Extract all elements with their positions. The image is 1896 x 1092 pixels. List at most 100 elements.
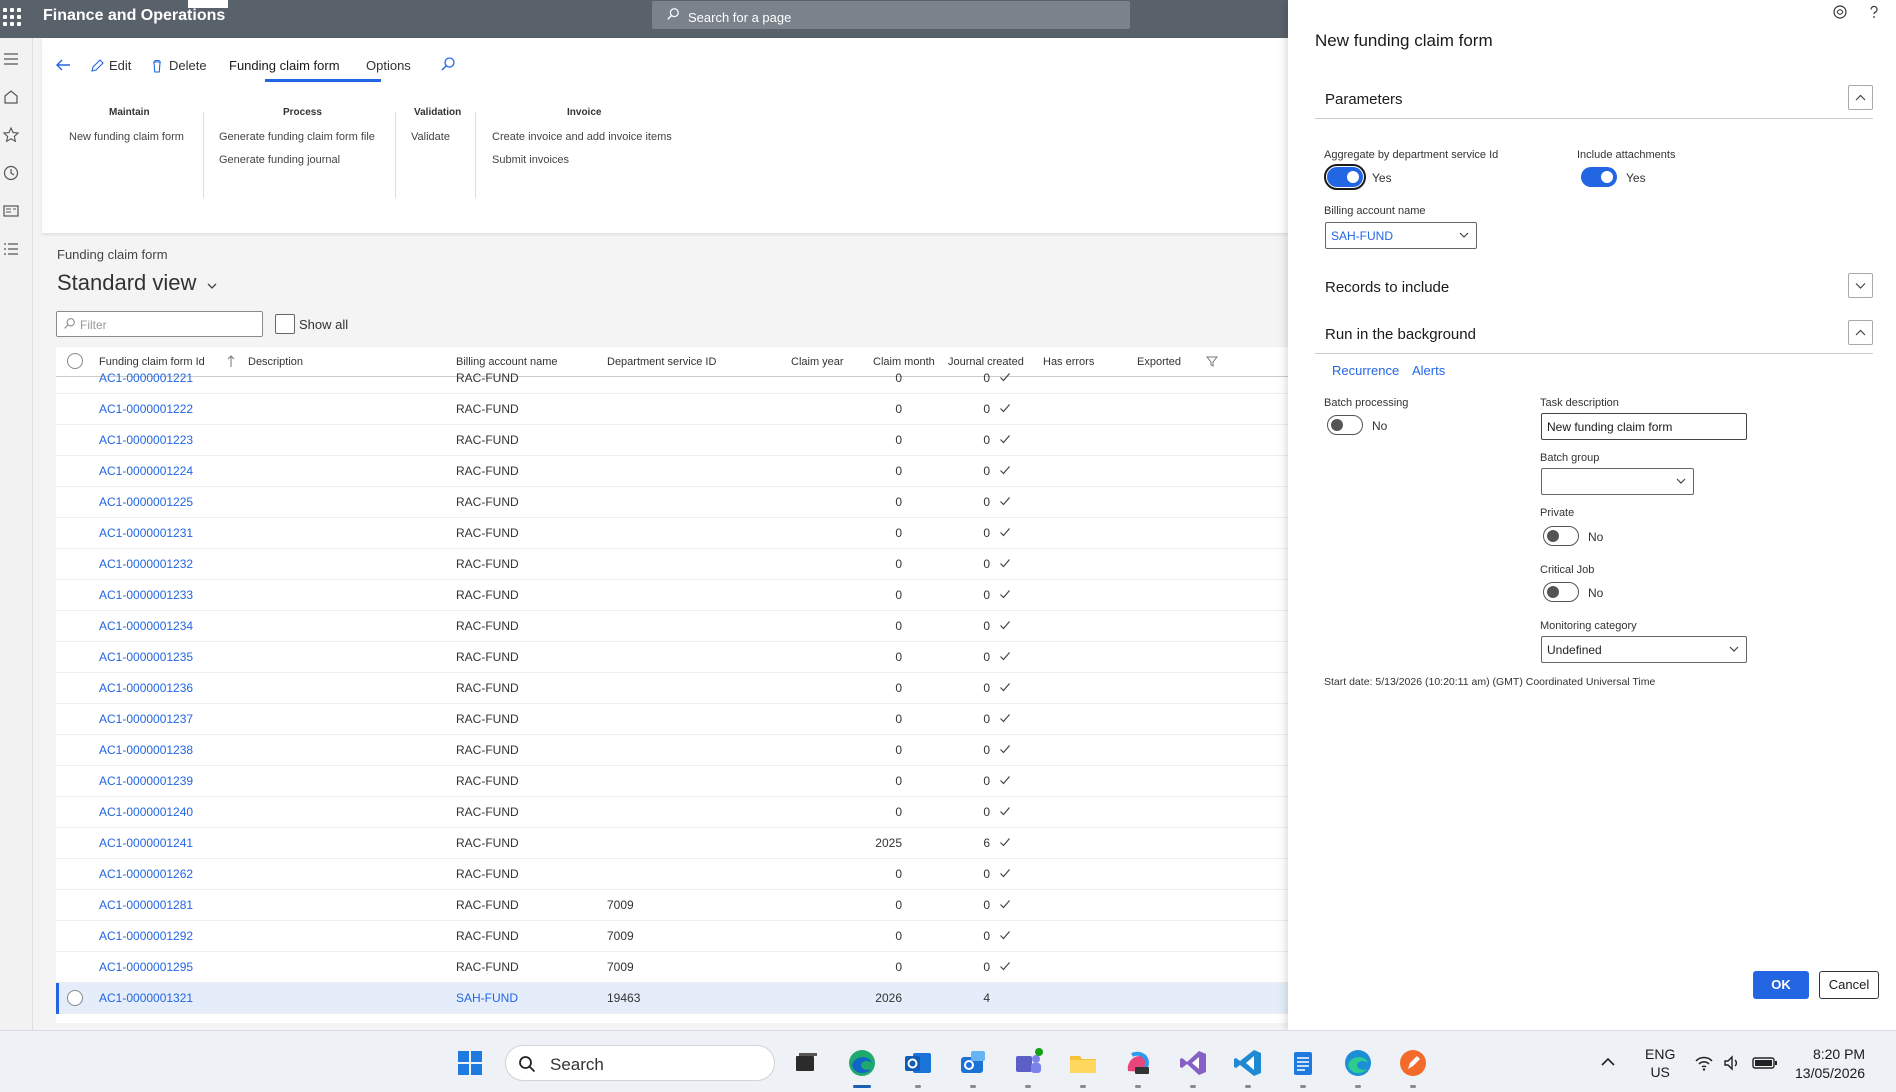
cell-funding-claim-id[interactable]: AC1-0000001238 [99,743,193,757]
tab-options[interactable]: Options [366,58,411,73]
visual-studio-icon[interactable] [1177,1047,1209,1079]
outlook-new-icon[interactable] [957,1047,989,1079]
table-row[interactable]: AC1-0000001233 RAC-FUND 0 0 [56,580,1288,611]
table-row[interactable]: AC1-0000001235 RAC-FUND 0 0 [56,642,1288,673]
table-row[interactable]: AC1-0000001223 RAC-FUND 0 0 [56,425,1288,456]
expand-records-button[interactable] [1848,273,1873,298]
recent-clock-icon[interactable] [2,164,20,182]
batch-processing-toggle[interactable] [1327,415,1363,435]
file-explorer-icon[interactable] [1067,1047,1099,1079]
battery-icon[interactable] [1752,1053,1778,1073]
collapse-background-button[interactable] [1848,320,1873,345]
menu-new-funding-claim-form[interactable]: New funding claim form [69,131,184,143]
ok-button[interactable]: OK [1753,971,1809,999]
table-row[interactable]: AC1-0000001295 RAC-FUND 7009 0 0 [56,952,1288,983]
home-icon[interactable] [2,88,20,106]
filter-input[interactable]: Filter [56,311,263,337]
menu-submit-invoices[interactable]: Submit invoices [492,154,569,166]
table-row[interactable]: AC1-0000001231 RAC-FUND 0 0 [56,518,1288,549]
edge-dev-icon[interactable] [1342,1047,1374,1079]
teams-icon[interactable] [1012,1047,1044,1079]
cell-funding-claim-id[interactable]: AC1-0000001236 [99,681,193,695]
table-row[interactable]: AC1-0000001240 RAC-FUND 0 0 [56,797,1288,828]
cell-funding-claim-id[interactable]: AC1-0000001221 [99,371,193,385]
help-question-icon[interactable] [1866,4,1882,20]
table-row[interactable]: AC1-0000001239 RAC-FUND 0 0 [56,766,1288,797]
table-row[interactable]: AC1-0000001224 RAC-FUND 0 0 [56,456,1288,487]
billing-account-select[interactable]: SAH-FUND [1325,222,1477,249]
cell-funding-claim-id[interactable]: AC1-0000001239 [99,774,193,788]
collapse-parameters-button[interactable] [1848,85,1873,110]
cell-funding-claim-id[interactable]: AC1-0000001234 [99,619,193,633]
tab-funding-claim-form[interactable]: Funding claim form [229,58,340,73]
cell-funding-claim-id[interactable]: AC1-0000001225 [99,495,193,509]
task-view-icon[interactable] [790,1047,822,1079]
hamburger-menu-icon[interactable] [2,50,20,68]
table-row[interactable]: AC1-0000001222 RAC-FUND 0 0 [56,394,1288,425]
table-row[interactable]: AC1-0000001221 RAC-FUND 0 0 [56,363,1288,394]
cell-funding-claim-id[interactable]: AC1-0000001232 [99,557,193,571]
edge-browser-icon[interactable] [846,1047,878,1079]
table-row[interactable]: AC1-0000001236 RAC-FUND 0 0 [56,673,1288,704]
menu-generate-funding-journal[interactable]: Generate funding journal [219,154,340,166]
microsoft-365-icon[interactable] [1122,1047,1154,1079]
windows-start-icon[interactable] [457,1050,483,1076]
favorites-star-icon[interactable] [2,126,20,144]
aggregate-toggle[interactable] [1324,164,1366,190]
cell-funding-claim-id[interactable]: AC1-0000001240 [99,805,193,819]
critical-job-toggle[interactable] [1543,582,1579,602]
table-row[interactable]: AC1-0000001225 RAC-FUND 0 0 [56,487,1288,518]
table-row[interactable]: AC1-0000001238 RAC-FUND 0 0 [56,735,1288,766]
cell-funding-claim-id[interactable]: AC1-0000001231 [99,526,193,540]
find-search-icon[interactable] [440,56,456,72]
app-launcher-icon[interactable] [3,8,21,26]
table-row[interactable]: AC1-0000001234 RAC-FUND 0 0 [56,611,1288,642]
table-row[interactable]: AC1-0000001292 RAC-FUND 7009 0 0 [56,921,1288,952]
notepad-icon[interactable] [1287,1047,1319,1079]
taskbar-search[interactable]: Search [505,1045,775,1081]
menu-generate-claim-form-file[interactable]: Generate funding claim form file [219,131,375,143]
wifi-icon[interactable] [1694,1053,1714,1073]
back-arrow-icon[interactable] [54,56,72,74]
cell-funding-claim-id[interactable]: AC1-0000001262 [99,867,193,881]
copilot-icon[interactable] [1832,4,1848,20]
cell-funding-claim-id[interactable]: AC1-0000001233 [99,588,193,602]
cell-funding-claim-id[interactable]: AC1-0000001224 [99,464,193,478]
outlook-icon[interactable] [902,1047,934,1079]
cell-funding-claim-id[interactable]: AC1-0000001292 [99,929,193,943]
show-hidden-icons-chevron-icon[interactable] [1600,1055,1616,1069]
page-search-box[interactable]: Search for a page [652,1,1130,29]
app-title[interactable]: Finance and Operations [43,7,225,25]
table-row[interactable]: AC1-0000001281 RAC-FUND 7009 0 0 [56,890,1288,921]
table-row[interactable]: AC1-0000001262 RAC-FUND 0 0 [56,859,1288,890]
cell-funding-claim-id[interactable]: AC1-0000001295 [99,960,193,974]
draw-app-icon[interactable] [1397,1047,1429,1079]
delete-button[interactable]: Delete [150,58,207,73]
input-language-indicator[interactable]: ENG US [1645,1045,1675,1081]
row-select-radio[interactable] [67,990,83,1006]
cell-funding-claim-id[interactable]: AC1-0000001222 [99,402,193,416]
cell-funding-claim-id[interactable]: AC1-0000001241 [99,836,193,850]
cell-funding-claim-id[interactable]: AC1-0000001235 [99,650,193,664]
menu-create-invoice[interactable]: Create invoice and add invoice items [492,131,672,143]
cell-funding-claim-id[interactable]: AC1-0000001321 [99,991,193,1005]
workspaces-icon[interactable] [2,202,20,220]
vscode-icon[interactable] [1232,1047,1264,1079]
table-row[interactable]: AC1-0000001241 RAC-FUND 2025 6 [56,828,1288,859]
cancel-button[interactable]: Cancel [1819,971,1879,999]
batch-group-select[interactable] [1541,468,1694,495]
section-records[interactable]: Records to include [1315,267,1873,307]
edit-button[interactable]: Edit [90,58,131,73]
system-clock[interactable]: 8:20 PM 13/05/2026 [1795,1045,1865,1083]
section-background[interactable]: Run in the background [1315,314,1873,354]
cell-funding-claim-id[interactable]: AC1-0000001237 [99,712,193,726]
modules-list-icon[interactable] [2,240,20,258]
table-row[interactable]: AC1-0000001232 RAC-FUND 0 0 [56,549,1288,580]
attachments-toggle[interactable] [1581,167,1617,187]
view-selector[interactable]: Standard view [57,270,196,296]
task-description-input[interactable]: New funding claim form [1541,413,1747,440]
private-toggle[interactable] [1543,526,1579,546]
monitoring-category-select[interactable]: Undefined [1541,636,1747,663]
show-all-checkbox[interactable] [275,314,295,334]
section-parameters[interactable]: Parameters [1315,79,1873,119]
